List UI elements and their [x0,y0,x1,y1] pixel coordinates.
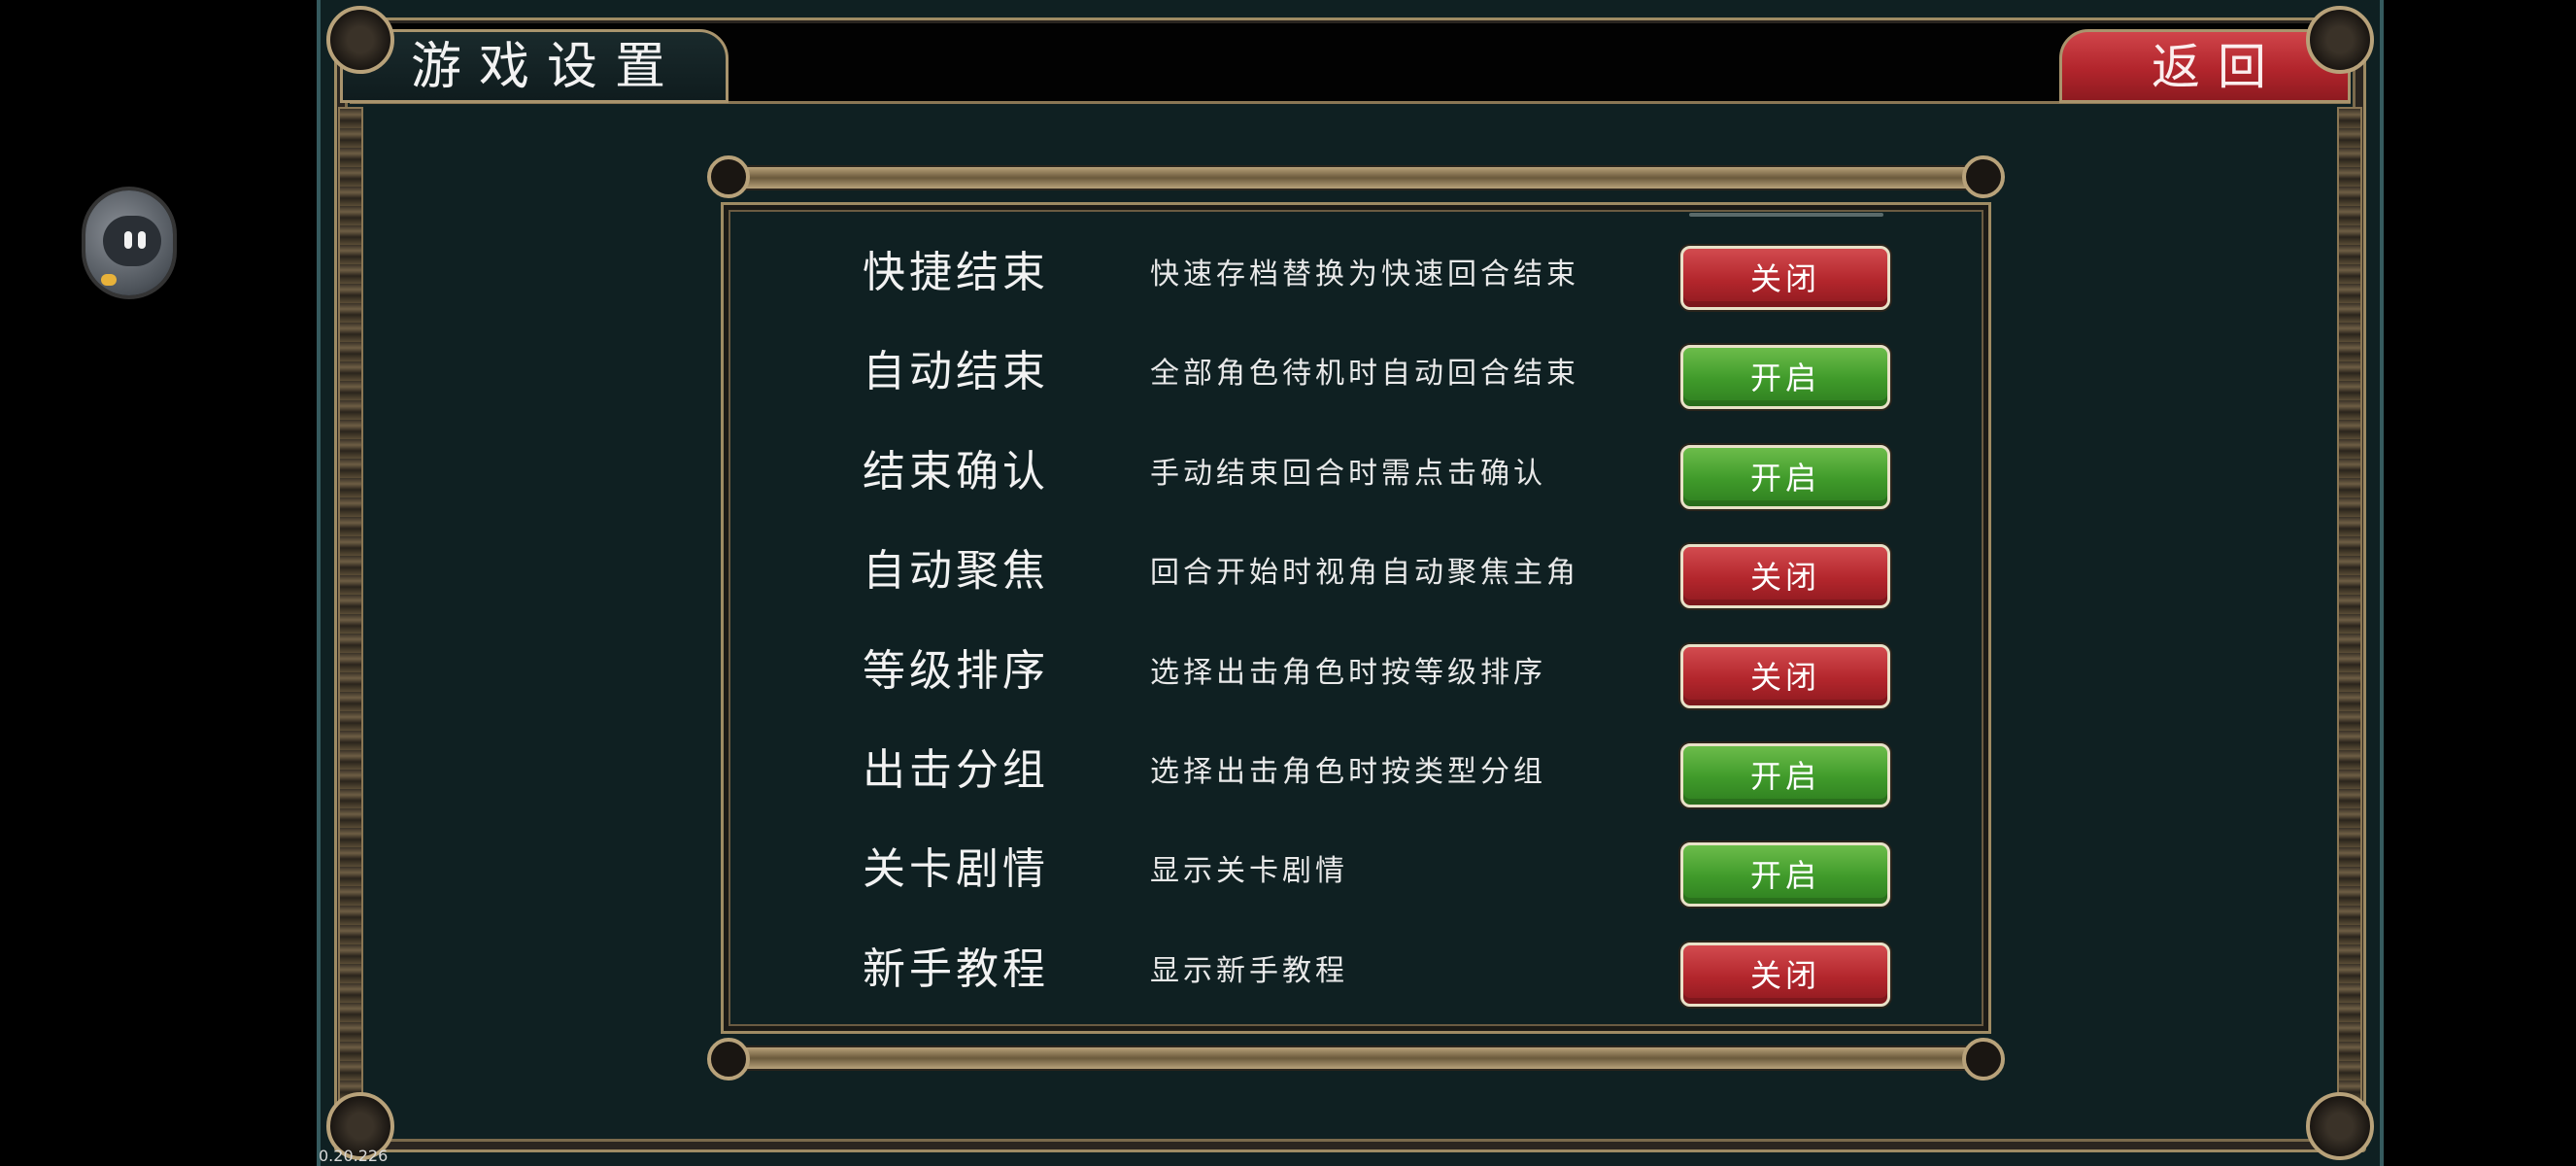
setting-description: 显示关卡剧情 [1150,854,1348,889]
scroll-curl-icon [1962,1038,2005,1080]
scroll-curl-icon [1962,155,2005,198]
setting-name: 新手教程 [863,943,1049,994]
corner-ornament-icon [2306,1092,2374,1160]
robot-face-icon [103,216,161,266]
scroll-cap-top [725,167,1987,189]
scroll-curl-icon [707,1038,750,1080]
setting-row: 自动聚焦 回合开始时视角自动聚焦主角 关闭 [688,527,1890,626]
setting-toggle-button[interactable]: 关闭 [1680,643,1890,708]
setting-row: 新手教程 显示新手教程 关闭 [688,925,1890,1024]
robot-eye-right-icon [138,231,146,249]
setting-name: 关卡剧情 [863,844,1049,895]
setting-description: 回合开始时视角自动聚焦主角 [1150,556,1579,591]
robot-eye-left-icon [124,231,132,249]
setting-row: 等级排序 选择出击角色时按等级排序 关闭 [688,627,1890,726]
frame-pillar-left [338,107,363,1108]
game-settings-panel: 游戏设置 返回 快捷结束 快速存档替换为快速回合结束 关闭 自动结束 全部角色待机时自动… [317,0,2384,1166]
corner-ornament-icon [2306,6,2374,74]
setting-row: 出击分组 选择出击角色时按类型分组 开启 [688,726,1890,825]
scroll-curl-icon [707,155,750,198]
title-plate: 游戏设置 [340,29,729,103]
setting-row: 结束确认 手动结束回合时需点击确认 开启 [688,428,1890,527]
setting-name: 结束确认 [863,446,1049,497]
page-title: 游戏设置 [411,38,684,96]
setting-name: 出击分组 [863,745,1049,795]
toggle-label: 开启 [1749,360,1820,397]
scroll-cap-bottom [725,1047,1987,1069]
toggle-label: 开启 [1749,459,1820,497]
setting-description: 选择出击角色时按等级排序 [1150,655,1546,690]
toggle-label: 关闭 [1749,658,1820,696]
setting-description: 手动结束回合时需点击确认 [1150,456,1546,491]
toggle-label: 关闭 [1749,956,1820,994]
toggle-label: 关闭 [1749,559,1820,597]
toggle-label: 开启 [1749,758,1820,795]
corner-ornament-icon [326,6,394,74]
setting-name: 自动结束 [863,347,1049,397]
setting-toggle-button[interactable]: 开启 [1680,345,1890,410]
setting-name: 快捷结束 [863,248,1049,297]
floating-assistant-icon[interactable] [85,190,173,295]
screen: 游戏设置 返回 快捷结束 快速存档替换为快速回合结束 关闭 自动结束 全部角色待机时自动… [0,0,2576,1166]
setting-row: 自动结束 全部角色待机时自动回合结束 开启 [688,327,1890,427]
toggle-label: 关闭 [1749,260,1820,297]
setting-toggle-button[interactable]: 开启 [1680,743,1890,807]
toggle-label: 开启 [1749,857,1820,895]
robot-badge-icon [101,274,117,286]
setting-toggle-button[interactable]: 开启 [1680,842,1890,908]
back-button-label: 返回 [2152,39,2284,95]
setting-name: 等级排序 [863,645,1049,696]
setting-toggle-button[interactable]: 关闭 [1680,544,1890,609]
setting-toggle-button[interactable]: 关闭 [1680,246,1890,310]
frame-pillar-right [2337,107,2362,1108]
setting-description: 快速存档替换为快速回合结束 [1150,257,1579,292]
version-label: 0.20.226 [319,1147,389,1165]
setting-toggle-button[interactable]: 关闭 [1680,942,1890,1007]
setting-description: 显示新手教程 [1150,953,1348,988]
scrollbar[interactable] [1689,213,1883,217]
setting-row: 快捷结束 快速存档替换为快速回合结束 关闭 [688,228,1890,327]
setting-name: 自动聚焦 [863,546,1049,597]
setting-description: 全部角色待机时自动回合结束 [1150,357,1579,392]
setting-row: 关卡剧情 显示关卡剧情 开启 [688,825,1890,924]
setting-description: 选择出击角色时按类型分组 [1150,755,1546,789]
setting-toggle-button[interactable]: 开启 [1680,444,1890,509]
